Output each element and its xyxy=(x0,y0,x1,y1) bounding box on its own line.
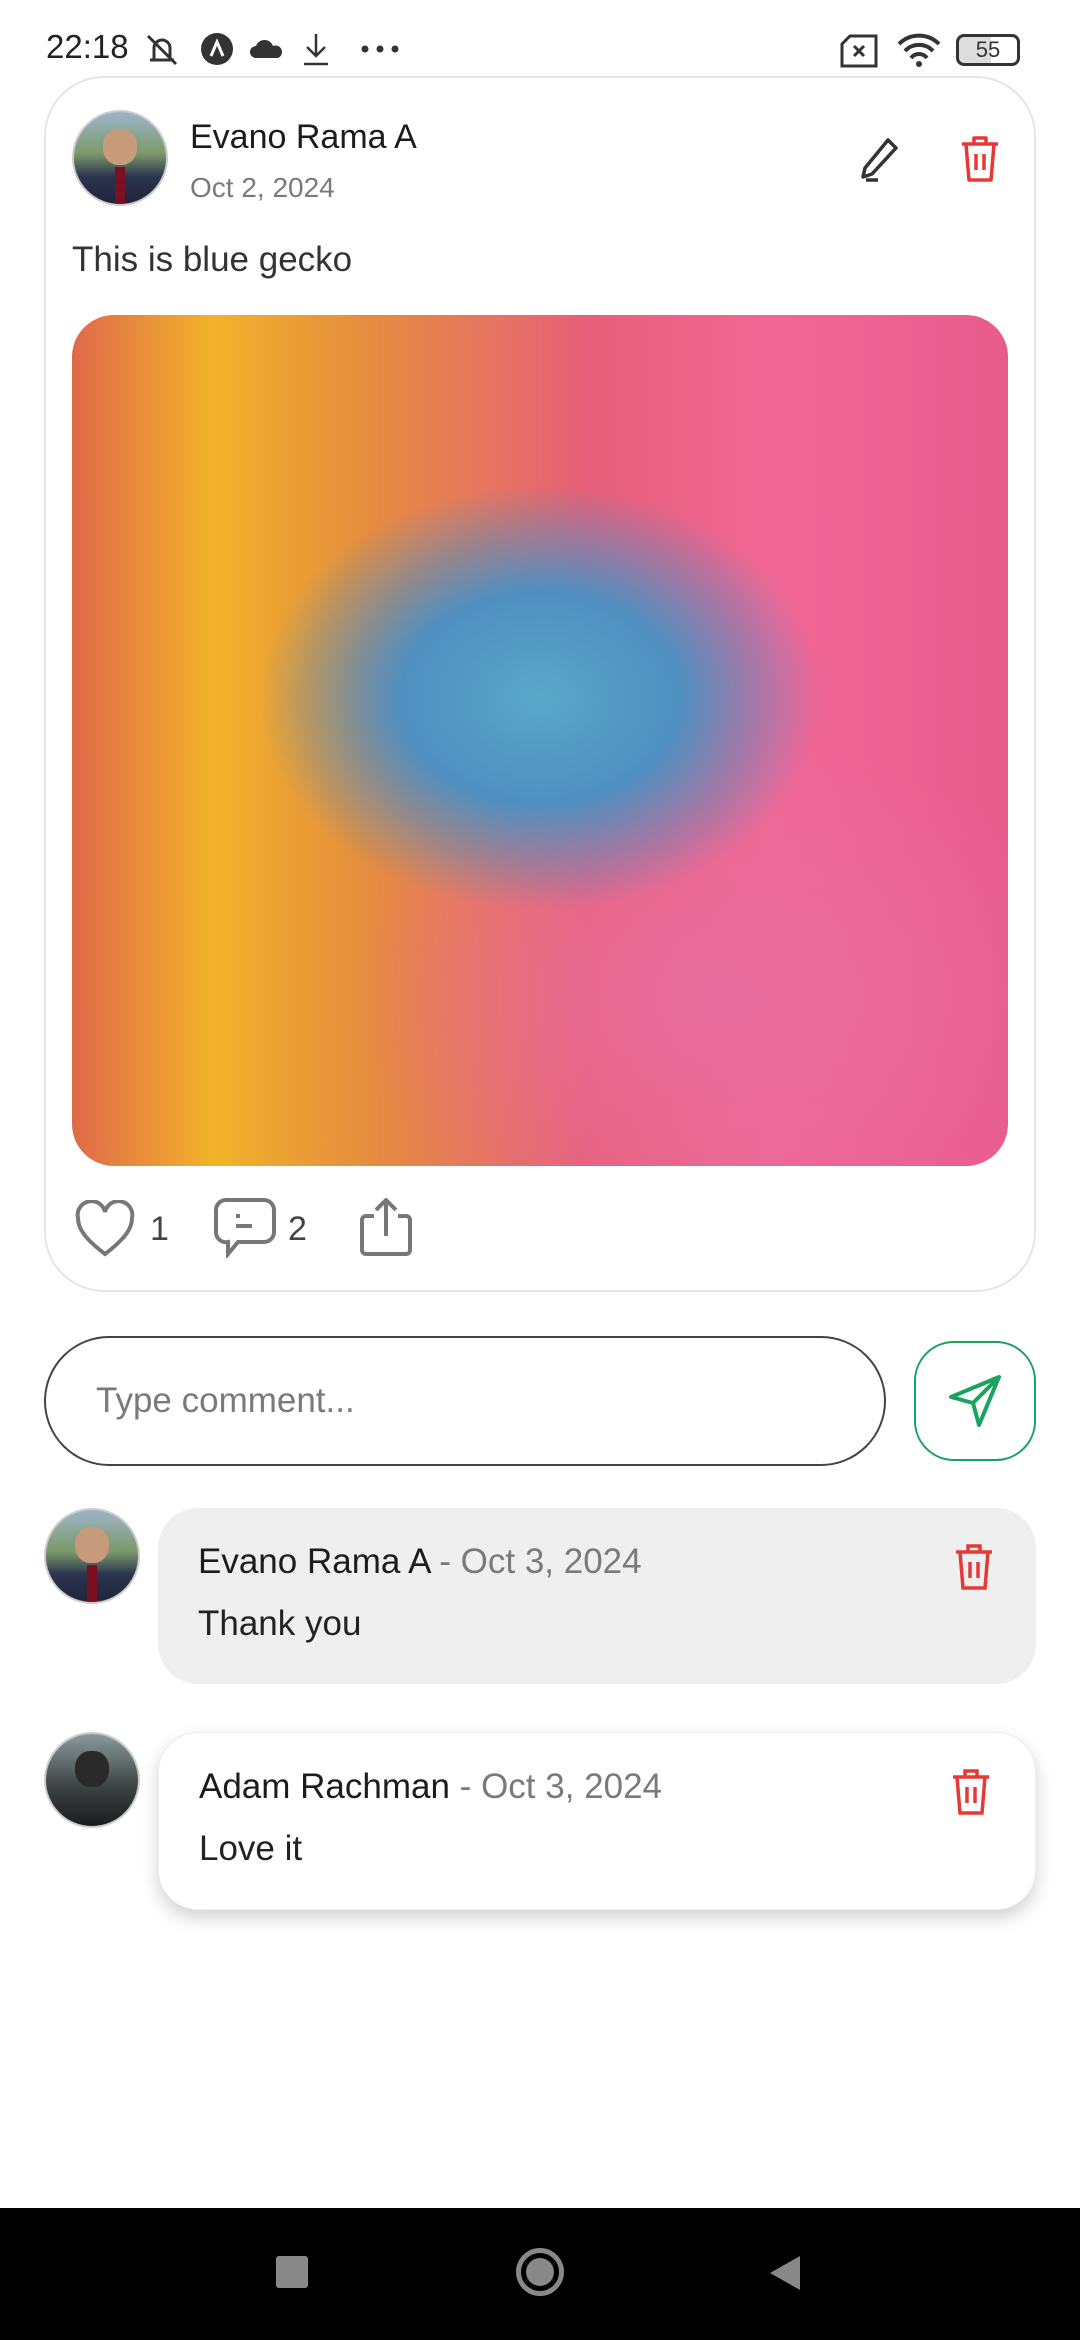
delete-comment-icon[interactable] xyxy=(949,1767,993,1817)
post-author-avatar[interactable] xyxy=(72,110,168,206)
comment-separator: - xyxy=(449,1767,482,1806)
comment-author[interactable]: Evano Rama A xyxy=(198,1542,430,1581)
delete-comment-icon[interactable] xyxy=(952,1542,996,1592)
like-icon[interactable] xyxy=(74,1200,136,1258)
post-author-name[interactable]: Evano Rama A xyxy=(190,118,417,157)
post-date: Oct 2, 2024 xyxy=(190,172,335,203)
comment-avatar[interactable] xyxy=(44,1732,140,1828)
recents-button[interactable] xyxy=(276,2256,308,2288)
comment-input-field[interactable] xyxy=(46,1338,884,1464)
download-icon xyxy=(304,34,328,66)
status-bar: 22:18 55 xyxy=(0,0,1080,76)
comment-item: Evano Rama A - Oct 3, 2024 Thank you xyxy=(158,1508,1036,1684)
battery-indicator: 55 xyxy=(956,34,1020,66)
comment-text: Thank you xyxy=(198,1604,362,1643)
cloud-icon xyxy=(250,39,282,58)
home-button[interactable] xyxy=(516,2248,564,2296)
like-count: 1 xyxy=(150,1210,169,1248)
back-button[interactable] xyxy=(766,2254,802,2292)
delete-post-icon[interactable] xyxy=(958,134,1002,184)
comment-count: 2 xyxy=(288,1210,307,1248)
comment-item: Adam Rachman - Oct 3, 2024 Love it xyxy=(158,1732,1036,1910)
comment-avatar[interactable] xyxy=(44,1508,140,1604)
share-icon[interactable] xyxy=(358,1196,414,1258)
comment-input[interactable] xyxy=(44,1336,886,1466)
comment-author[interactable]: Adam Rachman xyxy=(199,1767,450,1806)
bell-off-icon xyxy=(146,34,178,66)
more-icon xyxy=(361,45,399,53)
comment-date: Oct 3, 2024 xyxy=(481,1767,663,1806)
comment-date: Oct 3, 2024 xyxy=(460,1542,642,1581)
post-text: This is blue gecko xyxy=(72,240,353,279)
send-icon xyxy=(949,1375,1001,1427)
navigation-bar xyxy=(0,2208,1080,2340)
wifi-icon xyxy=(897,33,941,67)
status-time: 22:18 xyxy=(46,28,129,65)
comment-text: Love it xyxy=(199,1829,303,1868)
comment-separator: - xyxy=(429,1542,461,1581)
app-a-icon xyxy=(201,33,233,65)
post-image[interactable] xyxy=(72,315,1008,1166)
no-sim-icon xyxy=(840,34,878,68)
edit-icon[interactable] xyxy=(858,136,902,184)
send-comment-button[interactable] xyxy=(914,1341,1036,1461)
comment-icon[interactable] xyxy=(214,1198,276,1258)
